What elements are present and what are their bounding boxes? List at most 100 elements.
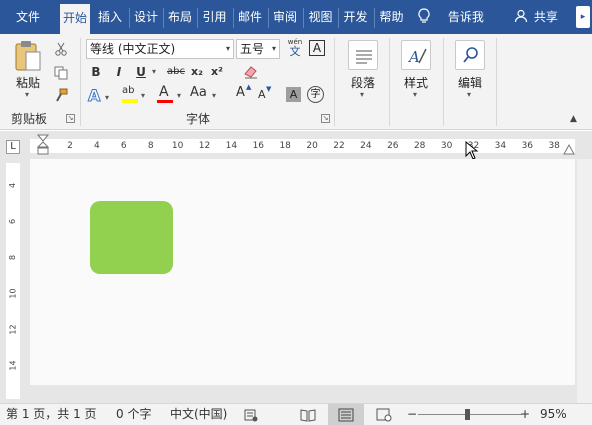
- vertical-ruler-number: 12: [8, 324, 18, 335]
- styles-icon: A: [401, 40, 431, 70]
- clipboard-launcher-icon[interactable]: ↘: [66, 114, 75, 123]
- underline-dropdown-icon[interactable]: ▾: [152, 67, 156, 76]
- collapse-ribbon-icon[interactable]: ▲: [570, 114, 577, 124]
- shrink-font-button[interactable]: A ▼: [258, 85, 274, 109]
- ribbon-display-options-button[interactable]: ▸: [576, 6, 590, 28]
- paste-label: 粘贴: [15, 76, 40, 90]
- tab-file[interactable]: 文件: [4, 0, 52, 34]
- zoom-level[interactable]: 95%: [540, 404, 567, 425]
- word-count-status[interactable]: 0 个字: [116, 404, 151, 425]
- scissors-icon[interactable]: [54, 42, 68, 56]
- font-group-label: 字体: [186, 112, 211, 126]
- tab-mailings[interactable]: 邮件: [235, 0, 265, 34]
- paste-button[interactable]: 粘贴 ▾: [10, 40, 46, 100]
- tell-me-label: 告诉我: [447, 10, 484, 24]
- vertical-ruler-number: 10: [8, 288, 18, 299]
- macro-record-icon[interactable]: [244, 408, 258, 422]
- tab-selector-button[interactable]: L: [6, 140, 20, 154]
- tab-layout[interactable]: 布局: [165, 0, 195, 34]
- web-layout-icon[interactable]: [376, 408, 392, 422]
- strikethrough-button[interactable]: abc: [165, 62, 187, 82]
- zoom-out-button[interactable]: −: [407, 404, 417, 425]
- share-button[interactable]: 共享: [514, 0, 558, 34]
- ruler-number: 20: [306, 141, 318, 151]
- vertical-ruler-number: 6: [8, 218, 18, 225]
- tab-developer[interactable]: 开发: [340, 0, 371, 34]
- caret-down-icon: ▼: [266, 85, 272, 93]
- font-name-value: 等线 (中文正文): [90, 42, 176, 56]
- read-mode-icon[interactable]: [300, 408, 316, 422]
- person-icon: [514, 9, 528, 23]
- document-page[interactable]: [30, 159, 575, 385]
- lightbulb-icon: [418, 8, 430, 23]
- ribbon: 粘贴 ▾ 剪贴板 ↘ 等线 (中文正文) ▾ 五号 ▾ wén 文 A B I …: [0, 34, 592, 130]
- tab-references[interactable]: 引用: [199, 0, 230, 34]
- tab-view[interactable]: 视图: [305, 0, 336, 34]
- language-status[interactable]: 中文(中国): [170, 404, 227, 425]
- superscript-button[interactable]: x²: [209, 62, 225, 82]
- chevron-down-icon: ▾: [467, 90, 472, 99]
- vertical-ruler[interactable]: 4 6 8 10 12 14: [6, 163, 20, 399]
- paragraph-button[interactable]: 段落 ▾: [341, 38, 385, 108]
- vertical-ruler-number: 14: [8, 360, 18, 371]
- page-count-status[interactable]: 第 1 页，共 1 页: [6, 404, 97, 425]
- indent-marker-icon[interactable]: [37, 134, 49, 156]
- search-icon: [455, 40, 485, 70]
- document-area: 4 6 8 10 12 14: [0, 159, 592, 403]
- copy-icon[interactable]: [54, 66, 68, 80]
- chevron-down-icon: ▾: [413, 90, 418, 99]
- character-shading-button[interactable]: A: [286, 87, 301, 102]
- zoom-slider-thumb[interactable]: [465, 409, 471, 420]
- format-painter-icon[interactable]: [54, 88, 68, 102]
- rounded-rectangle-shape[interactable]: [90, 201, 173, 274]
- underline-button[interactable]: U: [134, 62, 148, 82]
- tab-design[interactable]: 设计: [131, 0, 161, 34]
- paragraph-icon: [348, 40, 378, 70]
- print-layout-view-button[interactable]: [328, 404, 364, 425]
- font-color-button[interactable]: A ▾: [156, 84, 186, 107]
- caret-up-icon: ▲: [246, 83, 252, 91]
- ruler-number: 36: [521, 141, 534, 151]
- tab-home[interactable]: 开始: [60, 4, 90, 34]
- font-size-combo[interactable]: 五号 ▾: [236, 39, 280, 59]
- change-case-button[interactable]: Aa ▾: [190, 85, 220, 107]
- clipboard-group-label: 剪贴板: [11, 112, 48, 126]
- highlight-button[interactable]: ab ▾: [120, 85, 150, 107]
- phonetic-guide-button[interactable]: wén 文: [285, 38, 305, 60]
- chevron-down-icon: ▾: [271, 44, 276, 53]
- ruler-number: 4: [94, 141, 100, 151]
- tab-separator: [374, 8, 375, 28]
- font-name-combo[interactable]: 等线 (中文正文) ▾: [86, 39, 234, 59]
- ruler-number: 34: [494, 141, 507, 151]
- enclose-characters-button[interactable]: 字: [307, 86, 324, 103]
- chevron-down-icon: ▾: [105, 93, 110, 102]
- italic-button[interactable]: I: [112, 62, 126, 82]
- tab-separator: [163, 8, 164, 28]
- tell-me-button[interactable]: 告诉我: [418, 0, 484, 34]
- ruler-number: 10: [171, 141, 184, 151]
- horizontal-ruler[interactable]: 2 4 6 8 10 12 14 16 18 20 22 24 26 28 30 32 34 36 38: [30, 139, 575, 153]
- grow-font-button[interactable]: A ▲: [236, 83, 252, 107]
- editing-label: 编辑: [457, 76, 482, 90]
- subscript-button[interactable]: x₂: [189, 62, 205, 82]
- right-indent-marker-icon[interactable]: [563, 143, 575, 155]
- font-launcher-icon[interactable]: ↘: [321, 114, 330, 123]
- zoom-in-button[interactable]: +: [520, 404, 530, 425]
- horizontal-ruler-area: L 2 4 6 8 10 12 14 16 18 20 22 24 26 28 30 32 34 36 38: [0, 131, 592, 160]
- tab-insert[interactable]: 插入: [94, 0, 126, 34]
- ruler-number: 14: [225, 141, 238, 151]
- tab-review[interactable]: 审阅: [270, 0, 300, 34]
- character-border-button[interactable]: A: [309, 40, 325, 56]
- editing-button[interactable]: 编辑 ▾: [448, 38, 492, 108]
- vertical-scrollbar[interactable]: [577, 159, 592, 403]
- change-case-label: Aa: [190, 85, 207, 100]
- tab-help[interactable]: 帮助: [376, 0, 407, 34]
- bold-button[interactable]: B: [89, 62, 103, 82]
- tab-separator: [233, 8, 234, 28]
- styles-button[interactable]: A 样式 ▾: [394, 38, 438, 108]
- font-color-swatch: [157, 100, 173, 103]
- ruler-number: 12: [198, 141, 211, 151]
- clear-formatting-icon[interactable]: [243, 65, 259, 79]
- text-effects-button[interactable]: A ▾: [87, 86, 116, 106]
- paste-dropdown-icon[interactable]: ▾: [25, 90, 29, 99]
